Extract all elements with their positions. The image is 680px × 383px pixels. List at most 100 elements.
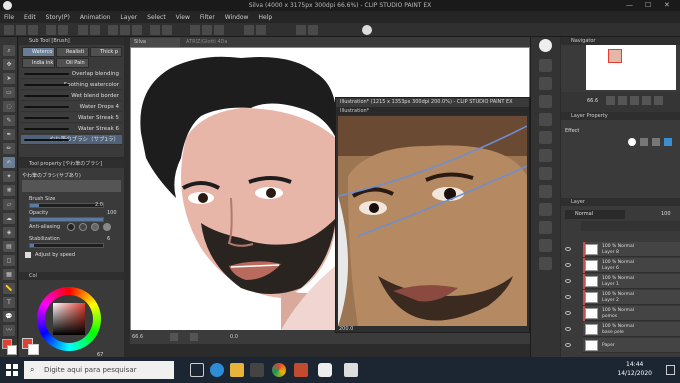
panel-icon[interactable] (539, 95, 552, 108)
panel-icon[interactable] (539, 203, 552, 216)
brush-item[interactable]: Water Streak 5 (21, 113, 122, 123)
clear-icon[interactable] (78, 25, 88, 35)
eye-icon[interactable] (565, 327, 571, 331)
canvas-rotate-icon[interactable] (190, 333, 198, 341)
tab-watercolor[interactable]: Waterco (22, 47, 55, 57)
fit-view-icon[interactable] (630, 96, 639, 105)
search-icon[interactable] (539, 39, 552, 52)
brush-item[interactable]: Water Streak 6 (21, 124, 122, 134)
panel-icon[interactable] (539, 77, 552, 90)
notification-icon[interactable] (666, 365, 675, 375)
decoration-tool-icon[interactable]: ❋ (3, 185, 15, 196)
reference-photo[interactable] (338, 116, 527, 326)
crop-icon[interactable] (150, 25, 160, 35)
menu-edit[interactable]: Edit (24, 14, 36, 21)
tab-realistic[interactable]: Realisti (56, 47, 89, 57)
antialias-option[interactable] (67, 223, 75, 231)
flip-icon[interactable] (654, 96, 663, 105)
snap-grid-icon[interactable] (202, 25, 212, 35)
maximize-icon[interactable]: ☐ (645, 1, 651, 9)
tab-oil-paint[interactable]: Oil Pain (56, 58, 89, 68)
eye-icon[interactable] (565, 263, 571, 267)
menu-help[interactable]: Help (258, 14, 272, 21)
share-icon[interactable] (308, 25, 318, 35)
app-icon[interactable] (344, 363, 358, 377)
rotate-icon[interactable] (642, 96, 651, 105)
move-tool-icon[interactable]: ✥ (3, 59, 15, 70)
transform-icon[interactable] (108, 25, 118, 35)
gradient-tool-icon[interactable]: ▤ (3, 241, 15, 252)
eyedropper-tool-icon[interactable]: ✎ (3, 115, 15, 126)
menu-file[interactable]: File (4, 14, 14, 21)
tab-thick-paint[interactable]: Thick p (90, 47, 122, 57)
opacity-slider[interactable] (29, 217, 104, 222)
layer-row-paper[interactable]: Paper (583, 338, 680, 353)
panel-icon[interactable] (539, 59, 552, 72)
lasso-tool-icon[interactable]: ◌ (3, 101, 15, 112)
brush-item[interactable]: Wet blend border (21, 91, 122, 101)
menu-story[interactable]: Story(P) (46, 14, 70, 21)
effect-toggle[interactable] (652, 138, 660, 146)
eraser-tool-icon[interactable]: ▱ (3, 199, 15, 210)
panel-icon[interactable] (539, 131, 552, 144)
panel-icon[interactable] (539, 185, 552, 198)
taskbar-search-input[interactable]: Digite aqui para pesquisar (24, 361, 174, 379)
deselect-icon[interactable] (120, 25, 130, 35)
airbrush-tool-icon[interactable]: ✦ (3, 171, 15, 182)
layer-row[interactable]: 100 % Normal Layer 8 (583, 242, 680, 257)
canvas-fit-icon[interactable] (170, 333, 178, 341)
text-tool-icon[interactable]: T (3, 297, 15, 308)
eye-icon[interactable] (565, 247, 571, 251)
brush-size-slider[interactable] (29, 203, 104, 208)
panel-icon[interactable] (539, 149, 552, 162)
pen-tool-icon[interactable]: ✒ (3, 129, 15, 140)
snap-perspective-icon[interactable] (214, 25, 224, 35)
selection-tool-icon[interactable]: ▭ (3, 87, 15, 98)
pencil-tool-icon[interactable]: ✏ (3, 143, 15, 154)
bg-color-swatch[interactable] (28, 344, 39, 355)
effect-toggle[interactable] (664, 138, 672, 146)
eye-icon[interactable] (565, 311, 571, 315)
zoom-out-icon[interactable] (618, 96, 627, 105)
taskbar-clock[interactable]: 14:44 14/12/2020 (617, 360, 652, 378)
ruler-tool-icon[interactable]: 📏 (3, 283, 15, 294)
minimize-icon[interactable]: — (626, 1, 633, 9)
tab-atriz[interactable]: ATRIZ/Glotti 4Da (182, 38, 242, 47)
menu-view[interactable]: View (176, 14, 190, 21)
invert-selection-icon[interactable] (132, 25, 142, 35)
sub-color-swatch[interactable] (7, 345, 17, 355)
menu-filter[interactable]: Filter (200, 14, 215, 21)
redo-icon[interactable] (58, 25, 68, 35)
chrome-icon[interactable] (272, 363, 286, 377)
undo-icon[interactable] (46, 25, 56, 35)
app-icon[interactable] (294, 363, 308, 377)
stabilization-slider[interactable] (29, 243, 104, 248)
clip-studio-icon[interactable] (244, 25, 254, 35)
effect-toggle[interactable] (640, 138, 648, 146)
panel-divider[interactable] (125, 37, 129, 357)
correct-line-tool-icon[interactable]: 〰 (3, 325, 15, 336)
saturation-value-square[interactable] (53, 303, 85, 335)
store-icon[interactable] (250, 363, 264, 377)
reference-window[interactable]: Illustration* (1215 x 1353px 300dpi 200.… (335, 97, 530, 333)
navigator-view-rect[interactable] (608, 49, 622, 63)
brush-item[interactable]: Overlap blending (21, 69, 122, 79)
figure-tool-icon[interactable]: ◻ (3, 255, 15, 266)
reference-tab[interactable]: Illustration* (336, 107, 529, 115)
adjust-speed-checkbox[interactable] (25, 252, 31, 258)
menu-select[interactable]: Select (147, 14, 166, 21)
fill-tool-icon[interactable]: ◈ (3, 227, 15, 238)
layer-row[interactable]: 100 % Normal Layer 6 (583, 258, 680, 273)
eye-icon[interactable] (565, 343, 571, 347)
menu-layer[interactable]: Layer (120, 14, 137, 21)
navigator-preview[interactable] (586, 45, 676, 90)
menu-window[interactable]: Window (225, 14, 249, 21)
show-selection-icon[interactable] (162, 25, 172, 35)
operation-tool-icon[interactable]: ➤ (3, 73, 15, 84)
fill-icon[interactable] (90, 25, 100, 35)
tab-silva[interactable]: Silva (130, 38, 180, 47)
brush-item-selected[interactable]: やわ筆のブラシ（サブ1ラ） (21, 135, 122, 145)
clip-studio-taskbar-icon[interactable] (318, 363, 332, 377)
file-explorer-icon[interactable] (230, 363, 244, 377)
balloon-tool-icon[interactable]: 💬 (3, 311, 15, 322)
